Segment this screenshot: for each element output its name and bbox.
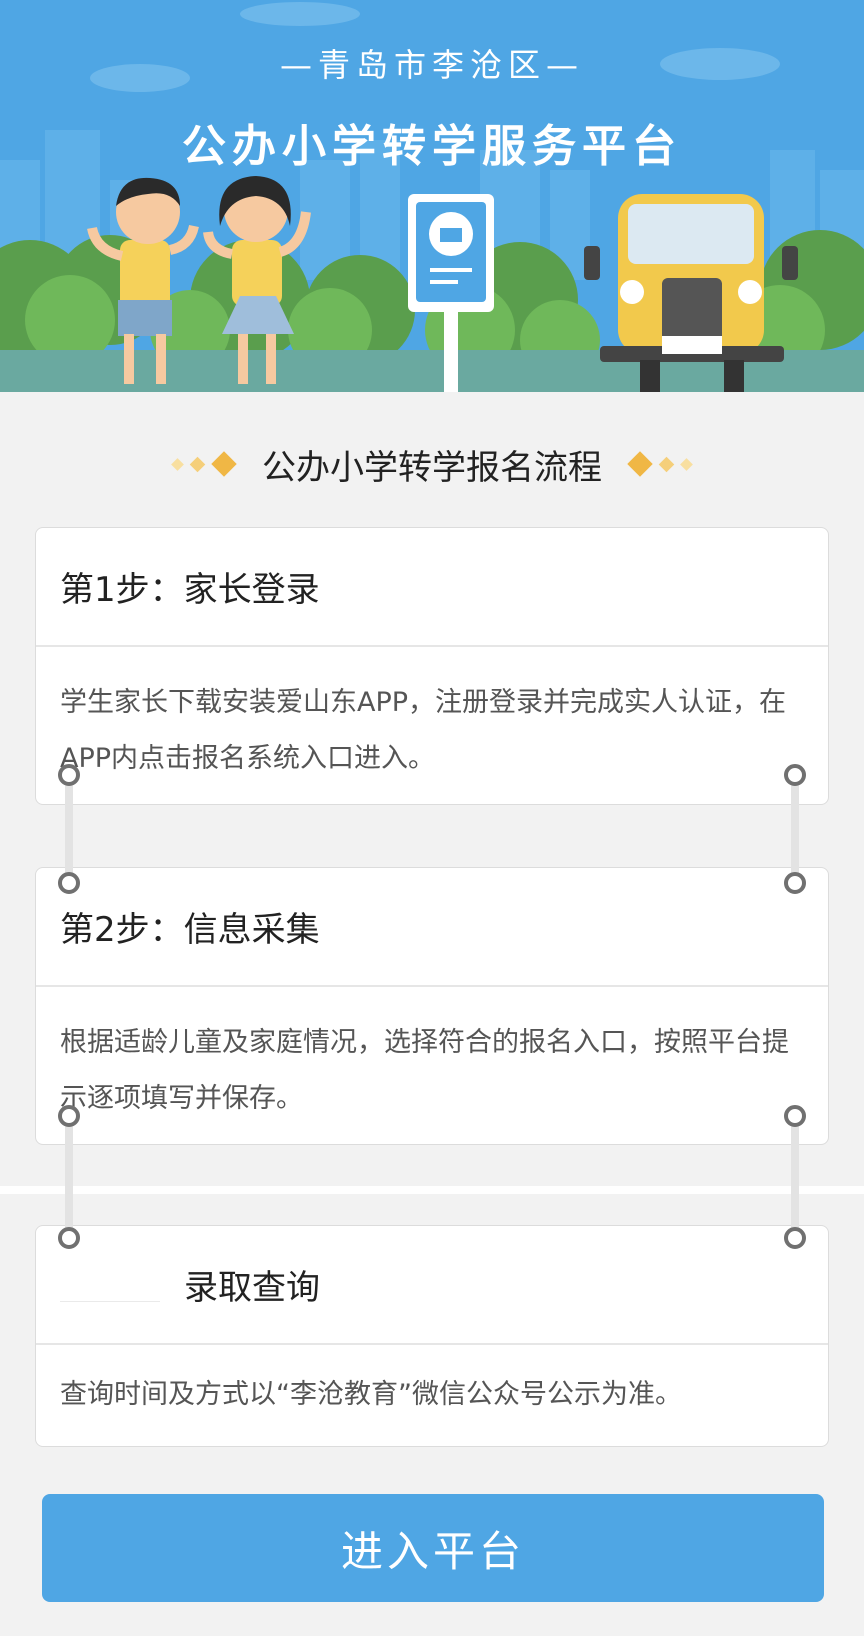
connector-rod xyxy=(791,773,799,883)
process-title: 公办小学转学报名流程 xyxy=(262,447,602,488)
diamond-left-icon xyxy=(168,451,240,477)
step-title: 第1步：家长登录 xyxy=(36,528,828,647)
header-banner: —青岛市李沧区— 公办小学转学服务平台 xyxy=(0,0,864,392)
step-description: 根据适龄儿童及家庭情况，选择符合的报名入口，按照平台提示逐项填写并保存。 xyxy=(60,1027,789,1114)
connector-rod xyxy=(65,773,73,883)
ring-icon xyxy=(58,764,80,786)
ring-icon xyxy=(784,1105,806,1127)
ring-icon xyxy=(58,872,80,894)
connector-rod xyxy=(791,1114,799,1238)
step-card-3: 录取查询 查询时间及方式以“李沧教育”微信公众号公示为准。 xyxy=(35,1225,829,1447)
ring-icon xyxy=(58,1105,80,1127)
step-card-2: 第2步：信息采集 根据适龄儿童及家庭情况，选择符合的报名入口，按照平台提示逐项填… xyxy=(35,867,829,1145)
step-title: 录取查询 xyxy=(184,1268,320,1308)
step-description: 查询时间及方式以“李沧教育”微信公众号公示为准。 xyxy=(60,1379,682,1410)
masked-step-prefix xyxy=(60,1267,160,1302)
step-header: 录取查询 xyxy=(36,1226,828,1345)
ring-icon xyxy=(784,1227,806,1249)
connector-rod xyxy=(65,1114,73,1238)
platform-title: 公办小学转学服务平台 xyxy=(182,121,682,172)
diamond-right-icon xyxy=(624,451,696,477)
step-title: 第2步：信息采集 xyxy=(36,868,828,987)
ring-icon xyxy=(784,764,806,786)
ring-icon xyxy=(784,872,806,894)
ring-icon xyxy=(58,1227,80,1249)
section-divider xyxy=(0,1186,864,1194)
step-card-1: 第1步：家长登录 学生家长下载安装爱山东APP，注册登录并完成实人认证，在APP… xyxy=(35,527,829,805)
process-heading: 公办小学转学报名流程 xyxy=(0,440,864,488)
step-description: 学生家长下载安装爱山东APP，注册登录并完成实人认证，在APP内点击报名系统入口… xyxy=(60,687,787,774)
region-subtitle: —青岛市李沧区— xyxy=(279,46,584,84)
enter-platform-button[interactable]: 进入平台 xyxy=(42,1494,824,1602)
